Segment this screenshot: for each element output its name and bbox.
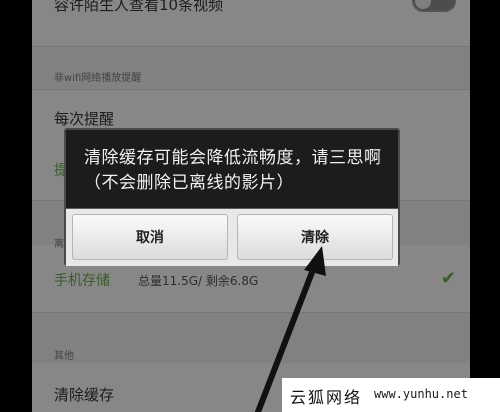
watermark: 云狐网络 www.yunhu.net bbox=[282, 378, 500, 412]
watermark-site-name: 云狐网络 bbox=[290, 388, 363, 407]
annotation-arrow-icon bbox=[255, 246, 326, 412]
watermark-url: www.yunhu.net bbox=[374, 387, 468, 401]
